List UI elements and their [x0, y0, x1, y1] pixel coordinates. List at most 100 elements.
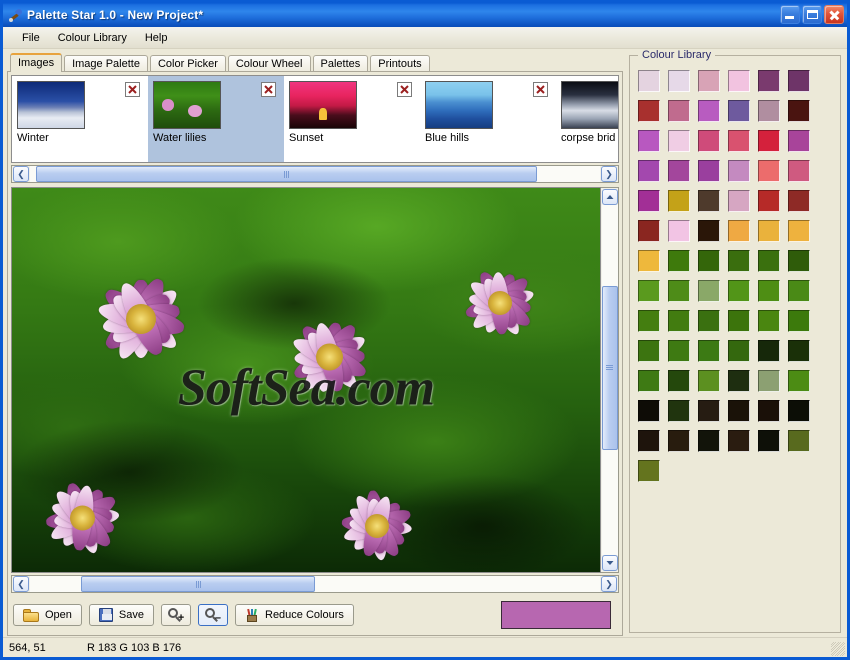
colour-swatch[interactable] [758, 250, 780, 272]
tab-color-picker[interactable]: Color Picker [149, 55, 226, 72]
colour-swatch[interactable] [788, 400, 810, 422]
colour-swatch[interactable] [698, 130, 720, 152]
thumbnail-hscrollbar[interactable]: ❮ ❯ [11, 165, 619, 183]
colour-swatch[interactable] [668, 430, 690, 452]
colour-swatch[interactable] [758, 430, 780, 452]
colour-swatch[interactable] [728, 190, 750, 212]
tab-colour-wheel[interactable]: Colour Wheel [227, 55, 311, 72]
colour-swatch[interactable] [758, 400, 780, 422]
tab-images[interactable]: Images [10, 53, 63, 72]
colour-swatch[interactable] [638, 190, 660, 212]
image-vscrollbar[interactable] [601, 187, 619, 573]
thumbnail-item[interactable]: Sunset [284, 76, 420, 162]
thumbnail-strip[interactable]: Winter Water lilies Sunset Blue hills co… [11, 75, 619, 163]
colour-swatch[interactable] [788, 220, 810, 242]
image-hscrollbar[interactable]: ❮ ❯ [11, 575, 619, 593]
thumbnail-item[interactable]: Blue hills [420, 76, 556, 162]
colour-swatch[interactable] [788, 100, 810, 122]
close-thumbnail-icon[interactable] [397, 82, 412, 97]
colour-swatch[interactable] [758, 310, 780, 332]
colour-swatch[interactable] [638, 310, 660, 332]
colour-swatch[interactable] [728, 100, 750, 122]
colour-swatch[interactable] [788, 250, 810, 272]
colour-swatch[interactable] [698, 310, 720, 332]
colour-swatch[interactable] [788, 160, 810, 182]
colour-swatch[interactable] [638, 100, 660, 122]
thumbnail-image[interactable] [153, 81, 221, 129]
colour-swatch[interactable] [788, 70, 810, 92]
colour-swatch[interactable] [758, 190, 780, 212]
close-thumbnail-icon[interactable] [125, 82, 140, 97]
thumbnail-item[interactable]: Water lilies [148, 76, 284, 162]
tab-image-palette[interactable]: Image Palette [64, 55, 148, 72]
zoom-in-button[interactable]: + [161, 604, 191, 626]
colour-swatch[interactable] [728, 280, 750, 302]
maximize-button[interactable] [802, 5, 822, 24]
colour-swatch[interactable] [638, 460, 660, 482]
colour-swatch[interactable] [668, 370, 690, 392]
colour-swatch[interactable] [698, 220, 720, 242]
colour-swatch[interactable] [788, 280, 810, 302]
scroll-down-icon[interactable] [601, 555, 618, 571]
image-vscroll-thumb[interactable] [601, 285, 618, 450]
scroll-right-icon[interactable]: ❯ [601, 576, 617, 592]
colour-swatch[interactable] [668, 130, 690, 152]
scroll-up-icon[interactable] [601, 189, 618, 205]
resize-gripper-icon[interactable] [831, 642, 845, 656]
open-button[interactable]: Open [13, 604, 82, 626]
colour-swatch[interactable] [638, 220, 660, 242]
colour-swatch[interactable] [638, 160, 660, 182]
colour-swatch[interactable] [668, 400, 690, 422]
minimize-button[interactable] [780, 5, 800, 24]
colour-swatch[interactable] [728, 250, 750, 272]
colour-swatch[interactable] [638, 370, 660, 392]
menu-item-colour-library[interactable]: Colour Library [49, 30, 136, 46]
colour-swatch[interactable] [638, 340, 660, 362]
image-vscroll-track[interactable] [601, 205, 618, 555]
thumbnail-image[interactable] [289, 81, 357, 129]
colour-swatch[interactable] [758, 280, 780, 302]
thumbnail-scroll-thumb[interactable] [35, 166, 538, 182]
tab-palettes[interactable]: Palettes [312, 55, 369, 72]
colour-swatch[interactable] [698, 70, 720, 92]
colour-swatch[interactable] [758, 100, 780, 122]
colour-swatch[interactable] [788, 310, 810, 332]
colour-swatch[interactable] [788, 370, 810, 392]
image-hscroll-track[interactable] [30, 576, 600, 592]
colour-swatch[interactable] [758, 70, 780, 92]
thumbnail-image[interactable] [17, 81, 85, 129]
scroll-right-icon[interactable]: ❯ [601, 166, 617, 182]
colour-swatch[interactable] [668, 280, 690, 302]
colour-swatch[interactable] [638, 400, 660, 422]
tab-printouts[interactable]: Printouts [370, 55, 430, 72]
colour-swatch[interactable] [668, 250, 690, 272]
thumbnail-image[interactable] [561, 81, 618, 129]
colour-swatch[interactable] [638, 70, 660, 92]
thumbnail-item[interactable]: Winter [12, 76, 148, 162]
colour-swatch[interactable] [668, 310, 690, 332]
colour-swatch[interactable] [788, 430, 810, 452]
scroll-left-icon[interactable]: ❮ [13, 576, 29, 592]
colour-swatch[interactable] [638, 250, 660, 272]
menu-item-help[interactable]: Help [136, 30, 177, 46]
reduce-colours-button[interactable]: Reduce Colours [235, 604, 354, 626]
colour-swatch[interactable] [728, 220, 750, 242]
colour-swatch[interactable] [698, 400, 720, 422]
thumbnail-image[interactable] [425, 81, 493, 129]
colour-swatch[interactable] [698, 280, 720, 302]
menu-item-file[interactable]: File [13, 30, 49, 46]
colour-swatch[interactable] [698, 160, 720, 182]
colour-swatch[interactable] [698, 340, 720, 362]
zoom-out-button[interactable]: – [198, 604, 228, 626]
colour-swatch[interactable] [668, 340, 690, 362]
colour-swatch[interactable] [698, 430, 720, 452]
selected-colour-preview[interactable] [501, 601, 611, 629]
colour-swatch[interactable] [728, 430, 750, 452]
colour-swatch[interactable] [728, 310, 750, 332]
colour-swatch[interactable] [788, 190, 810, 212]
colour-swatch[interactable] [698, 190, 720, 212]
close-button[interactable] [824, 5, 844, 24]
colour-swatch[interactable] [728, 130, 750, 152]
save-button[interactable]: Save [88, 604, 154, 626]
scroll-left-icon[interactable]: ❮ [13, 166, 29, 182]
